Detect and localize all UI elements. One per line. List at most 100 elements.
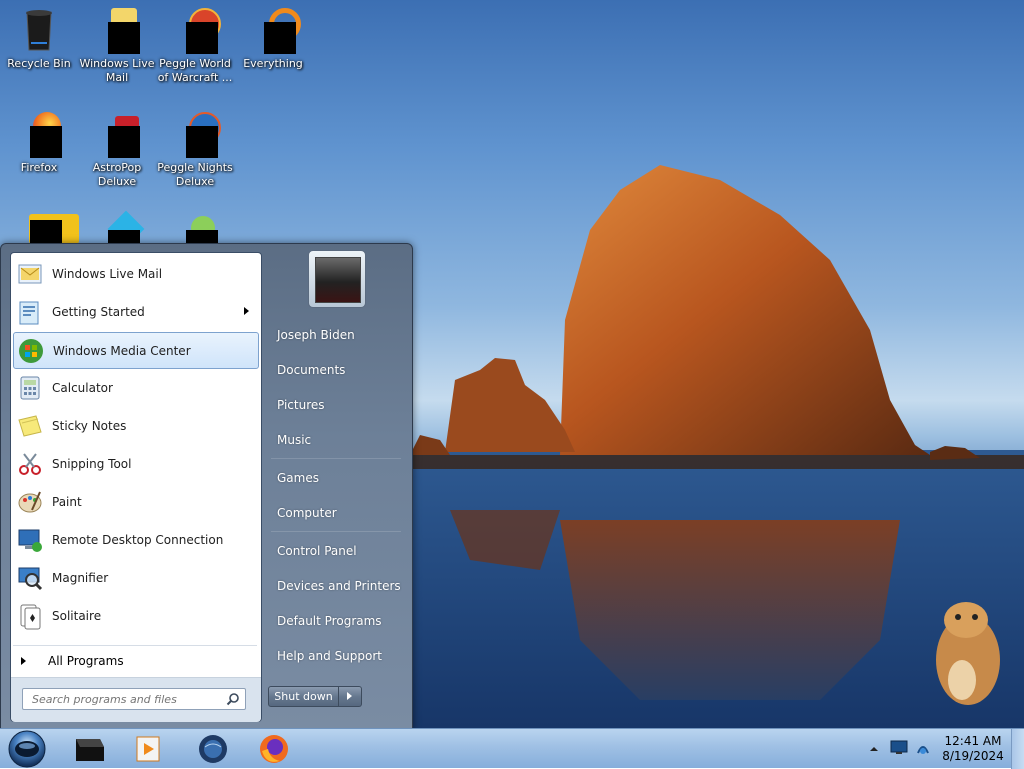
taskbar-pinned-black-app[interactable]: [62, 731, 118, 767]
submenu-arrow-icon: [244, 307, 249, 315]
desktop-icon-astropop[interactable]: AstroPop Deluxe: [78, 110, 156, 189]
search-box[interactable]: [22, 688, 246, 710]
start-right-documents[interactable]: Documents: [263, 355, 409, 385]
start-item-label: Magnifier: [52, 570, 109, 585]
start-right-pictures[interactable]: Pictures: [263, 390, 409, 420]
search-icon[interactable]: [226, 692, 240, 706]
start-right-devices-printers[interactable]: Devices and Printers: [263, 571, 409, 601]
desktop-icon-peggle-nights[interactable]: Peggle Nights Deluxe: [156, 110, 234, 189]
media-center-icon: [17, 337, 45, 365]
firefox-icon: [260, 735, 288, 763]
peggle-nights-icon: [171, 110, 221, 158]
sticky-notes-icon: [16, 412, 44, 440]
mail-icon: [16, 260, 44, 288]
start-item-snipping-tool[interactable]: Snipping Tool: [13, 446, 257, 481]
app-icon: [171, 214, 219, 244]
show-desktop-button[interactable]: [1011, 729, 1024, 769]
search-everything-icon: [249, 6, 301, 54]
getting-started-icon: [16, 298, 44, 326]
start-item-label: Remote Desktop Connection: [52, 532, 224, 547]
start-item-solitaire[interactable]: Solitaire: [13, 598, 257, 633]
start-item-calculator[interactable]: Calculator: [13, 370, 257, 405]
start-orb-button[interactable]: [6, 729, 48, 769]
all-programs-label: All Programs: [48, 654, 124, 668]
recycle-bin-icon: [15, 6, 63, 54]
remote-desktop-icon: [16, 526, 44, 554]
search-input[interactable]: [30, 689, 224, 709]
avatar: [315, 257, 361, 303]
desktop-icon-partial[interactable]: [78, 210, 156, 248]
search-area: [11, 677, 261, 722]
desktop-icon-label: Everything: [243, 57, 303, 70]
start-right-default-programs[interactable]: Default Programs: [263, 606, 409, 636]
app-icon: [15, 214, 79, 244]
desktop-icon-everything[interactable]: Everything: [234, 6, 312, 71]
magnifier-icon: [16, 564, 44, 592]
system-clock[interactable]: 12:41 AM 8/19/2024: [938, 734, 1008, 764]
start-item-label: Sticky Notes: [52, 418, 127, 433]
user-picture[interactable]: [308, 250, 366, 308]
start-item-windows-live-mail[interactable]: Windows Live Mail: [13, 256, 257, 291]
shut-down-label: Shut down: [274, 690, 333, 703]
divider: [13, 645, 257, 646]
start-item-label: Snipping Tool: [52, 456, 132, 471]
clock-date: 8/19/2024: [942, 749, 1004, 763]
desktop-icon-partial[interactable]: [156, 214, 234, 244]
shut-down-options-arrow[interactable]: [339, 686, 362, 707]
start-item-paint[interactable]: Paint: [13, 484, 257, 519]
start-right-label: Joseph Biden: [277, 328, 355, 342]
astropop-icon: [93, 110, 141, 158]
clock-time: 12:41 AM: [944, 734, 1002, 748]
start-right-help-support[interactable]: Help and Support: [263, 641, 409, 671]
start-menu-program-list: Windows Live Mail Getting Started Window…: [10, 252, 262, 722]
desktop-icon-label: AstroPop Deluxe: [92, 161, 142, 188]
cards-icon: [16, 602, 44, 630]
start-right-games[interactable]: Games: [263, 463, 409, 493]
paint-palette-icon: [16, 488, 44, 516]
taskbar-pinned-media-player[interactable]: [120, 731, 176, 767]
media-player-icon: [136, 736, 160, 762]
desktop-icon-label: Peggle Nights Deluxe: [157, 161, 233, 188]
desktop-icon-partial[interactable]: [0, 214, 79, 244]
start-right-label: Devices and Printers: [277, 579, 401, 593]
desktop-icon-label: Firefox: [20, 161, 58, 174]
show-hidden-icons-arrow[interactable]: [868, 743, 880, 755]
start-menu: Windows Live Mail Getting Started Window…: [0, 243, 413, 731]
start-right-computer[interactable]: Computer: [263, 498, 409, 528]
start-right-user-name[interactable]: Joseph Biden: [263, 320, 409, 350]
taskbar-pinned-firefox[interactable]: [246, 731, 302, 767]
start-item-magnifier[interactable]: Magnifier: [13, 560, 257, 595]
calculator-icon: [16, 374, 44, 402]
start-item-windows-media-center[interactable]: Windows Media Center: [13, 332, 259, 369]
start-right-label: Documents: [277, 363, 346, 377]
start-item-remote-desktop[interactable]: Remote Desktop Connection: [13, 522, 257, 557]
browser-globe-icon: [199, 735, 227, 763]
all-programs-button[interactable]: All Programs: [13, 649, 257, 673]
start-right-label: Default Programs: [277, 614, 382, 628]
start-right-label: Control Panel: [277, 544, 357, 558]
firefox-icon: [15, 110, 63, 158]
divider: [271, 531, 401, 532]
desktop-icon-peggle-wow[interactable]: Peggle World of Warcraft ...: [156, 6, 234, 85]
start-item-getting-started[interactable]: Getting Started: [13, 294, 257, 329]
taskbar: 12:41 AM 8/19/2024: [0, 728, 1024, 769]
network-icon[interactable]: [914, 739, 932, 757]
desktop-icon-recycle-bin[interactable]: Recycle Bin: [0, 6, 78, 71]
start-item-label: Paint: [52, 494, 82, 509]
scissors-icon: [16, 450, 44, 478]
chevron-right-icon: [21, 657, 26, 665]
desktop-icon-firefox[interactable]: Firefox: [0, 110, 78, 175]
start-right-music[interactable]: Music: [263, 425, 409, 455]
start-right-label: Games: [277, 471, 319, 485]
start-right-control-panel[interactable]: Control Panel: [263, 536, 409, 566]
start-item-label: Windows Live Mail: [52, 266, 163, 281]
start-item-sticky-notes[interactable]: Sticky Notes: [13, 408, 257, 443]
peggle-wow-icon: [171, 6, 221, 54]
taskbar-pinned-browser[interactable]: [185, 731, 241, 767]
desktop-icon-windows-live-mail[interactable]: Windows Live Mail: [78, 6, 156, 85]
display-icon[interactable]: [890, 740, 908, 756]
shut-down-button[interactable]: Shut down: [268, 686, 339, 707]
start-right-label: Pictures: [277, 398, 325, 412]
black-app-icon: [76, 739, 104, 761]
start-item-label: Solitaire: [52, 608, 102, 623]
